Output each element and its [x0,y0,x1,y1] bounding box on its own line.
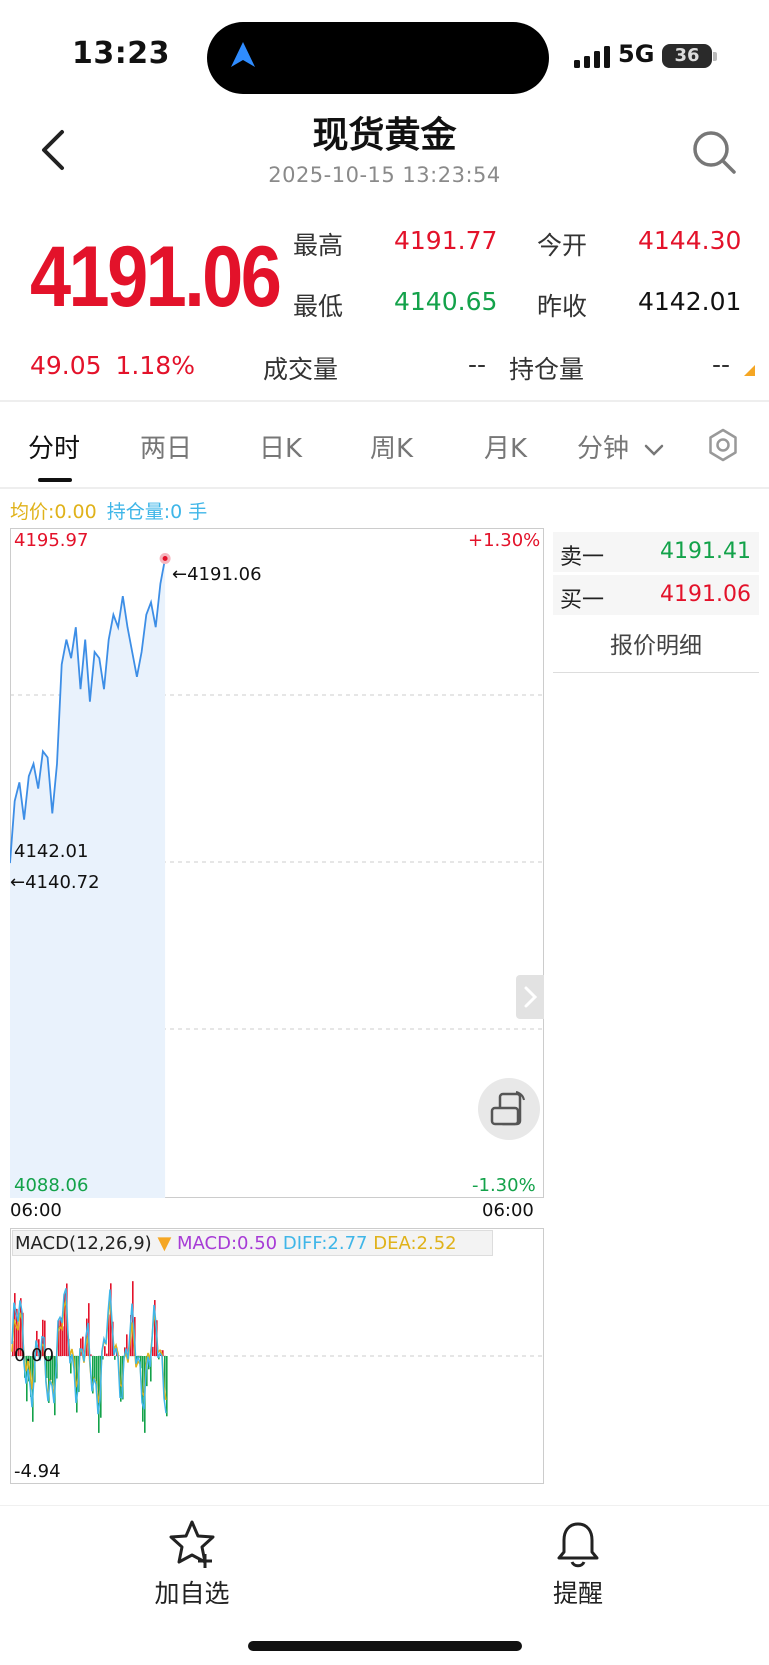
ask-row: 卖一 4191.41 [553,532,759,572]
bell-icon [557,1522,599,1568]
last-price-tag: ←4191.06 [172,564,262,585]
battery-icon: 36 [662,44,712,68]
dynamic-island [207,22,549,94]
location-arrow-icon [231,42,255,67]
macd-bar [104,1346,106,1356]
divider [0,487,769,489]
alert-button[interactable]: 提醒 [536,1518,620,1610]
tab-minute-label: 分钟 [577,434,630,464]
diff-value: DIFF:2.77 [282,1233,368,1254]
oi-label: 持仓量:0 手 [106,501,208,523]
macd-zero-label: 0.00 [14,1345,55,1366]
high-label: 最高 [293,231,344,260]
low-value: 4140.65 [394,287,498,316]
volume-value: -- [468,350,487,379]
chart-legend: 均价:0.00 持仓量:0 手 [10,497,207,524]
macd-title: MACD(12,26,9) [15,1233,152,1254]
y-max-label: 4195.97 [14,530,89,551]
network-type: 5G [618,40,655,68]
open-label: 今开 [537,231,588,260]
last-price-dot [159,552,171,564]
macd-bar [114,1356,116,1360]
quote-datetime: 2025-10-15 13:23:54 [268,163,501,187]
chevron-right-icon [524,986,538,1008]
dea-value: DEA:2.52 [373,1233,457,1254]
gear-icon[interactable] [705,427,741,463]
open-value: 4144.30 [638,226,742,255]
tab-monthly-k[interactable]: 月K [484,428,527,465]
tab-daily-k[interactable]: 日K [259,428,302,465]
time-start-label: 06:00 [10,1200,62,1221]
divider [553,672,759,673]
macd-bar [60,1317,62,1356]
change-percent: 1.18% [115,351,195,380]
tab-intraday[interactable]: 分时 [28,428,80,465]
high-value: 4191.77 [394,226,498,255]
macd-bar [152,1346,154,1356]
price-change: 49.05 1.18% [30,351,195,380]
add-watchlist-label: 加自选 [154,1579,230,1608]
macd-bar [106,1353,108,1356]
star-plus-icon [169,1520,215,1568]
rotate-screen-button[interactable] [478,1078,540,1140]
quote-detail-button[interactable]: 报价明细 [553,626,759,660]
status-time: 13:23 [72,36,170,71]
intraday-chart-svg [10,552,544,1198]
low-price-tag: ←4140.72 [10,872,100,893]
time-end-label: 06:00 [482,1200,534,1221]
alert-label: 提醒 [552,1579,603,1608]
open-interest-value: -- [712,350,731,379]
pct-min-label: -1.30% [472,1175,536,1196]
open-interest-label: 持仓量 [509,355,585,384]
ask-value: 4191.41 [660,539,751,564]
bid-row: 买一 4191.06 [553,575,759,615]
avg-price-label: 均价:0.00 [10,501,97,523]
tab-two-day[interactable]: 两日 [140,428,192,465]
macd-value: MACD:0.50 [177,1233,278,1254]
y-min-label: 4088.06 [14,1175,89,1196]
tab-minute[interactable]: 分钟 [577,428,665,465]
change-amount: 49.05 [30,351,102,380]
rotate-screen-icon [490,1091,525,1126]
divider [0,400,769,402]
macd-bar [166,1356,168,1417]
prev-close-value: 4142.01 [638,287,742,316]
signal-icon [574,46,610,68]
chevron-down-icon [645,444,664,456]
ref-price-label: 4142.01 [14,841,89,862]
tab-weekly-k[interactable]: 周K [370,428,413,465]
page-title: 现货黄金 [312,115,457,156]
search-icon[interactable] [690,128,738,176]
macd-legend: MACD(12,26,9) ▼ MACD:0.50 DIFF:2.77 DEA:… [12,1230,493,1256]
current-price: 4191.06 [30,229,282,325]
macd-min-label: -4.94 [14,1461,61,1482]
volume-label: 成交量 [263,355,339,384]
bid-value: 4191.06 [660,582,751,607]
expand-panel-button[interactable] [516,975,544,1019]
macd-chart-svg [10,1281,544,1433]
battery-cap [713,52,717,61]
home-indicator [248,1641,522,1651]
ask-label: 卖一 [560,545,605,570]
triangle-down-icon: ▼ [157,1233,172,1254]
corner-marker [744,365,755,376]
bid-label: 买一 [560,588,605,613]
add-watchlist-button[interactable]: 加自选 [150,1518,234,1610]
prev-close-label: 昨收 [537,292,588,321]
low-label: 最低 [293,292,344,321]
pct-max-label: +1.30% [468,530,541,551]
active-tab-indicator [38,478,72,482]
macd-bar [94,1356,96,1382]
